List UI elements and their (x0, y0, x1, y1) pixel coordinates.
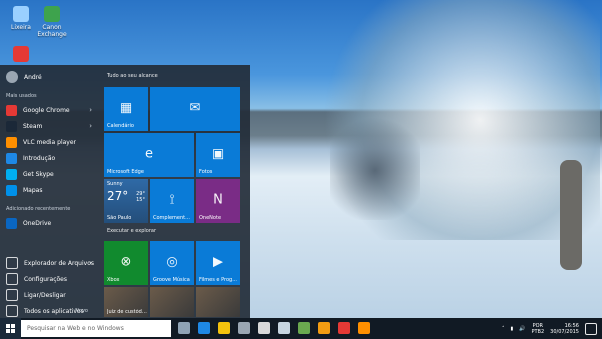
xbox-tile[interactable]: ⊗ Xbox (104, 241, 148, 285)
weather-condition: Sunny (107, 181, 123, 187)
start-file-explorer[interactable]: Explorador de Arquivos › (6, 256, 98, 270)
steam-icon[interactable] (278, 322, 290, 334)
minecraft-icon[interactable] (298, 322, 310, 334)
start-menu: André Mais usados Google Chrome › Steam … (0, 65, 250, 318)
app-google-chrome[interactable]: Google Chrome › (6, 103, 98, 117)
show-hidden-icons-icon[interactable]: ˄ (502, 326, 505, 332)
pine-tree (330, 110, 420, 220)
game-icon[interactable] (318, 322, 330, 334)
clock[interactable]: 16:56 30/07/2015 (550, 323, 579, 335)
media-icon[interactable] (258, 322, 270, 334)
user-name: André (24, 73, 42, 81)
desktop-icon-chrome[interactable] (3, 46, 39, 64)
vlc-icon[interactable] (358, 322, 370, 334)
news-tile-1[interactable]: Juiz de custódia manda soltar... (104, 287, 148, 317)
weather-tile[interactable]: Sunny 27° 29° 15° São Paulo (104, 179, 148, 223)
app-introducao[interactable]: Introdução (6, 151, 98, 165)
file-explorer-icon (6, 257, 18, 269)
tree-trunk (560, 160, 582, 270)
mail-icon: ✉ (189, 100, 201, 116)
taskbar: Pesquisar na Web e no Windows ˄ ▮ 🔊 POR … (0, 318, 602, 339)
user-account[interactable]: André (6, 71, 42, 83)
groove-tile[interactable]: ◎ Groove Música (150, 241, 194, 285)
calendar-icon: ▦ (119, 100, 133, 116)
system-tray: ˄ ▮ 🔊 POR PTB2 16:56 30/07/2015 (502, 321, 597, 336)
news-tile-3[interactable] (196, 287, 240, 317)
section-most-used: Mais usados (6, 93, 37, 99)
tile-group-title-1: Tudo ao seu alcance (107, 73, 158, 79)
movies-icon: ▶ (213, 254, 223, 270)
news-tile-2[interactable] (150, 287, 194, 317)
canon-icon (44, 6, 60, 22)
onedrive-icon (6, 217, 17, 229)
skype-icon (6, 168, 17, 180)
power-icon (6, 289, 18, 301)
start-button[interactable] (0, 318, 21, 339)
store-icon[interactable] (238, 322, 250, 334)
vlc-icon (6, 136, 17, 148)
avatar (6, 71, 18, 83)
maps-icon (6, 184, 17, 196)
start-right-pane: Tudo ao seu alcance ▦ Calendário ✉ e Mic… (104, 65, 250, 318)
taskbar-search[interactable]: Pesquisar na Web e no Windows (21, 320, 171, 337)
photos-tile[interactable]: ▣ Fotos (196, 133, 240, 177)
chevron-right-icon[interactable]: › (89, 259, 92, 267)
chrome-icon (13, 46, 29, 62)
volume-icon[interactable]: 🔊 (519, 326, 525, 332)
start-power[interactable]: Ligar/Desligar (6, 288, 98, 302)
action-center-icon[interactable] (585, 322, 597, 335)
start-all-apps[interactable]: Todos os aplicativos Novo (6, 304, 98, 318)
start-settings[interactable]: Configurações (6, 272, 98, 286)
complement-icon: ⟟ (169, 192, 175, 208)
calendar-tile[interactable]: ▦ Calendário (104, 87, 148, 131)
steam-icon (6, 120, 17, 132)
photos-icon: ▣ (211, 146, 225, 162)
movies-tile[interactable]: ▶ Filmes e Prog... (196, 241, 240, 285)
task-view-icon[interactable] (178, 322, 190, 334)
chrome-icon (6, 104, 17, 116)
windows-logo-icon (6, 324, 15, 333)
app-get-skype[interactable]: Get Skype (6, 167, 98, 181)
onenote-icon: N (213, 192, 223, 208)
network-icon[interactable]: ▮ (510, 326, 513, 332)
tile-group-title-2: Executar e explorar (107, 228, 157, 234)
edge-icon[interactable] (198, 322, 210, 334)
settings-gear-icon (6, 273, 18, 285)
weather-temp: 27° (107, 189, 129, 203)
language-indicator[interactable]: POR PTB2 (531, 323, 544, 335)
desktop-icon-canon-exchange[interactable]: Canon Exchange (34, 6, 70, 38)
app-steam[interactable]: Steam › (6, 119, 98, 133)
all-apps-icon (6, 305, 18, 317)
app-mapas[interactable]: Mapas (6, 183, 98, 197)
section-recently-added: Adicionado recentemente (6, 206, 71, 212)
start-left-pane: André Mais usados Google Chrome › Steam … (0, 65, 100, 318)
chevron-right-icon[interactable]: › (89, 122, 92, 130)
complements-tile[interactable]: ⟟ Complement... (150, 179, 194, 223)
mail-tile[interactable]: ✉ (150, 87, 240, 131)
recycle-bin-icon (13, 6, 29, 22)
edge-tile[interactable]: e Microsoft Edge (104, 133, 194, 177)
app-vlc[interactable]: VLC media player (6, 135, 98, 149)
edge-icon: e (145, 146, 153, 162)
search-placeholder: Pesquisar na Web e no Windows (27, 325, 124, 332)
new-badge: Novo (75, 308, 88, 314)
onenote-tile[interactable]: N OneNote (196, 179, 240, 223)
app-onedrive[interactable]: OneDrive (6, 216, 98, 230)
get-started-icon (6, 152, 17, 164)
chevron-right-icon[interactable]: › (89, 106, 92, 114)
chrome-icon[interactable] (338, 322, 350, 334)
xbox-icon: ⊗ (120, 254, 132, 270)
file-explorer-icon[interactable] (218, 322, 230, 334)
groove-icon: ◎ (166, 254, 178, 270)
weather-hilo: 29° 15° (136, 191, 145, 203)
